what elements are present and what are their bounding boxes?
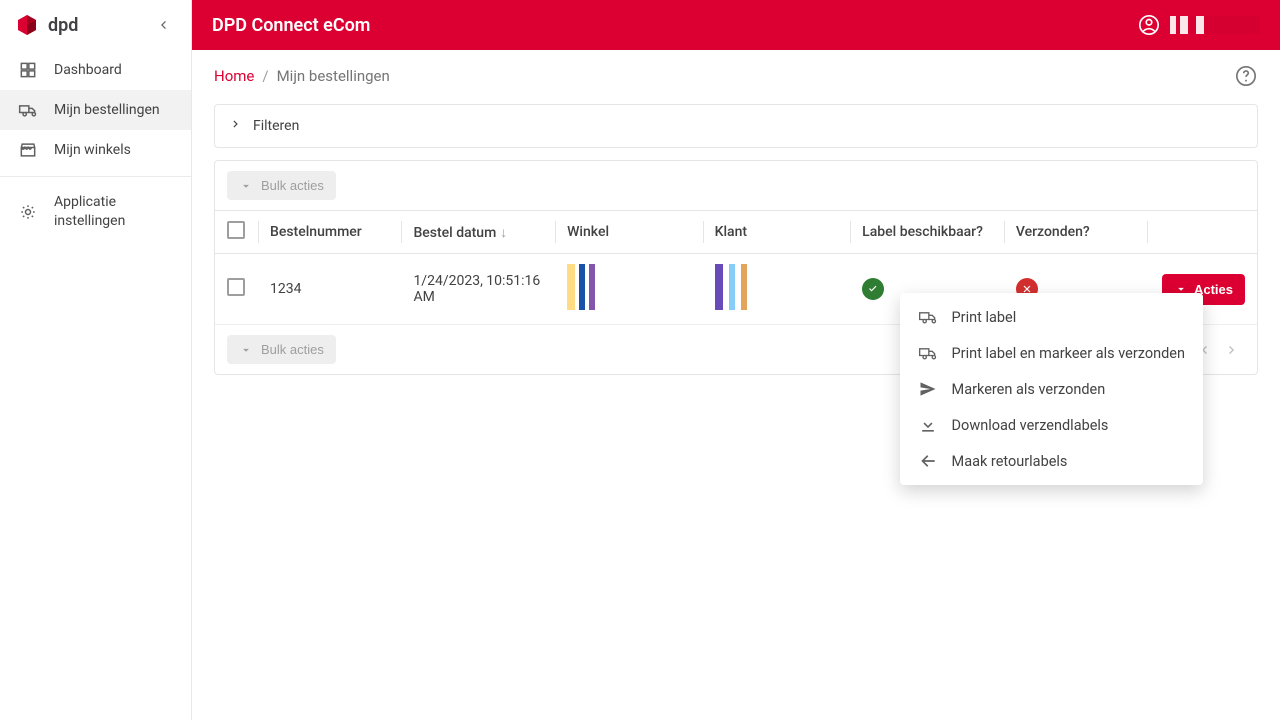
sidebar-item-label: Mijn winkels	[54, 142, 131, 158]
table-toolbar-top: Bulk acties	[215, 161, 1257, 211]
breadcrumb-separator: /	[262, 67, 268, 85]
action-create-return-labels[interactable]: Maak retourlabels	[900, 443, 1203, 479]
sort-desc-icon: ↓	[500, 225, 507, 241]
row-checkbox-cell[interactable]	[215, 254, 258, 325]
action-print-label-mark-sent[interactable]: Print label en markeer als verzonden	[900, 335, 1203, 371]
action-print-label[interactable]: Print label	[900, 299, 1203, 335]
action-mark-sent[interactable]: Markeren als verzonden	[900, 371, 1203, 407]
arrow-left-icon	[918, 451, 938, 471]
sidebar-divider	[0, 176, 191, 177]
sidebar-item-shops[interactable]: Mijn winkels	[0, 130, 191, 170]
brand-name: dpd	[48, 15, 78, 36]
brand-logo: dpd	[0, 0, 191, 50]
actions-dropdown: Print label Print label en markeer als v…	[900, 293, 1203, 485]
row-order-number: 1234	[258, 254, 401, 325]
settings-icon	[18, 202, 38, 222]
chevron-right-icon	[229, 117, 243, 135]
column-label-available[interactable]: Label beschikbaar?	[850, 211, 1004, 254]
dropdown-item-label: Markeren als verzonden	[952, 381, 1106, 398]
truck-icon	[918, 307, 938, 327]
column-select-all[interactable]	[215, 211, 258, 254]
column-actions	[1147, 211, 1257, 254]
truck-icon	[18, 100, 38, 120]
filter-panel: Filteren	[214, 104, 1258, 148]
sidebar-item-dashboard[interactable]: Dashboard	[0, 50, 191, 90]
app-title: DPD Connect eCom	[212, 15, 370, 36]
pager-next-button[interactable]	[1219, 337, 1245, 363]
column-customer[interactable]: Klant	[703, 211, 851, 254]
sidebar-item-orders[interactable]: Mijn bestellingen	[0, 90, 191, 130]
row-order-date: 1/24/2023, 10:51:16 AM	[401, 254, 555, 325]
dropdown-item-label: Maak retourlabels	[952, 453, 1068, 470]
bulk-actions-label: Bulk acties	[261, 178, 324, 193]
sidebar-item-label: Dashboard	[54, 62, 122, 78]
breadcrumb: Home / Mijn bestellingen	[214, 67, 390, 85]
dropdown-item-label: Print label en markeer als verzonden	[952, 345, 1185, 362]
column-order[interactable]: Bestelnummer	[258, 211, 401, 254]
sidebar: dpd Dashboard Mijn bestellingen Mijn win…	[0, 0, 192, 720]
column-date[interactable]: Bestel datum↓	[401, 211, 555, 254]
topbar: DPD Connect eCom	[192, 0, 1280, 50]
column-shop[interactable]: Winkel	[555, 211, 703, 254]
checkbox-icon	[227, 278, 245, 296]
send-icon	[918, 379, 938, 399]
orders-table-panel: Bulk acties Bestelnummer Bestel datum↓ W…	[214, 160, 1258, 375]
column-sent[interactable]: Verzonden?	[1004, 211, 1147, 254]
help-icon[interactable]	[1234, 64, 1258, 88]
filter-label: Filteren	[253, 118, 299, 134]
dropdown-item-label: Print label	[952, 309, 1017, 326]
breadcrumb-home[interactable]: Home	[214, 67, 254, 85]
store-icon	[18, 140, 38, 160]
truck-icon	[918, 343, 938, 363]
user-circle-icon[interactable]	[1138, 14, 1160, 36]
sidebar-item-label: Applicatie instellingen	[54, 193, 173, 231]
sidebar-collapse-button[interactable]	[149, 11, 177, 39]
bulk-actions-button-bottom[interactable]: Bulk acties	[227, 335, 336, 364]
sidebar-item-settings[interactable]: Applicatie instellingen	[0, 183, 191, 241]
dashboard-icon	[18, 60, 38, 80]
table-header-row: Bestelnummer Bestel datum↓ Winkel Klant …	[215, 211, 1257, 254]
sidebar-item-label: Mijn bestellingen	[54, 102, 160, 118]
user-name-redacted	[1170, 16, 1260, 34]
chevron-down-icon	[239, 179, 253, 193]
bulk-actions-label: Bulk acties	[261, 342, 324, 357]
row-customer-redacted	[703, 254, 851, 325]
filter-toggle[interactable]: Filteren	[215, 105, 1257, 147]
row-shop-redacted	[555, 254, 703, 325]
checkbox-icon	[227, 221, 245, 239]
breadcrumb-current: Mijn bestellingen	[277, 67, 390, 85]
check-circle-icon	[862, 278, 884, 300]
main: DPD Connect eCom Home / Mijn bestellinge…	[192, 0, 1280, 720]
dropdown-item-label: Download verzendlabels	[952, 417, 1109, 434]
action-download-labels[interactable]: Download verzendlabels	[900, 407, 1203, 443]
page-heading: Home / Mijn bestellingen	[192, 50, 1280, 98]
bulk-actions-button-top[interactable]: Bulk acties	[227, 171, 336, 200]
cube-icon	[14, 12, 40, 38]
download-icon	[918, 415, 938, 435]
chevron-down-icon	[239, 343, 253, 357]
